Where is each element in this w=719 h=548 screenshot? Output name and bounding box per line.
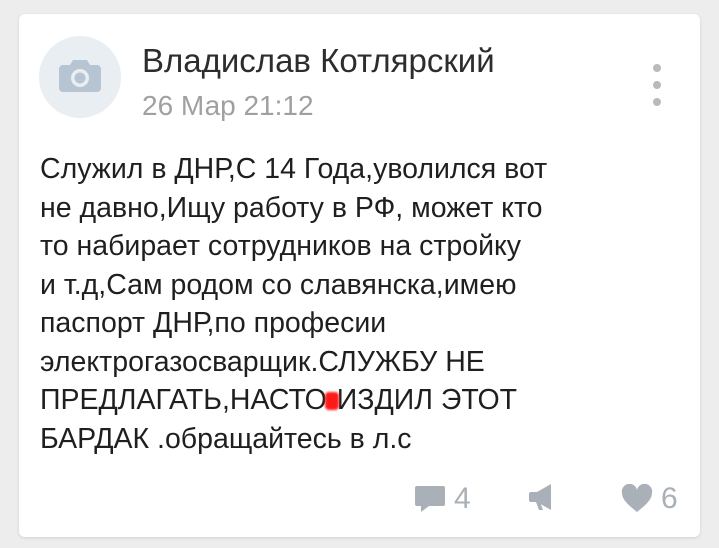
- comments-count: 4: [454, 482, 471, 515]
- menu-dot: [653, 98, 661, 106]
- avatar[interactable]: [39, 36, 121, 118]
- like-button[interactable]: 6: [621, 482, 678, 516]
- comment-icon: [414, 484, 446, 514]
- menu-dot: [653, 64, 661, 72]
- post-text-fragment: ПРЕДЛАГАТЬ,НАСТО: [40, 384, 327, 416]
- post-date[interactable]: 26 Мар 21:12: [142, 90, 314, 122]
- red-redaction-mark: [324, 392, 339, 411]
- post-text-line: не давно,Ищу работу в РФ, может кто: [40, 191, 543, 224]
- post-card: Владислав Котлярский 26 Мар 21:12 Служил…: [19, 14, 700, 537]
- post-text: Служил в ДНР,С 14 Года,уволился вот не д…: [40, 150, 690, 458]
- more-vertical-icon[interactable]: [645, 64, 669, 106]
- menu-dot: [653, 81, 661, 89]
- author-name[interactable]: Владислав Котлярский: [142, 42, 495, 80]
- post-text-line: БАРДАК .обращайтесь в л.с: [40, 422, 412, 455]
- heart-icon: [621, 484, 653, 514]
- post-text-line: Служил в ДНР,С 14 Года,уволился вот: [40, 153, 548, 185]
- share-button[interactable]: [527, 482, 559, 512]
- megaphone-icon: [527, 482, 559, 512]
- comments-button[interactable]: 4: [414, 482, 471, 516]
- post-actions: 4 6: [19, 482, 700, 516]
- post-text-line: электрогазосварщик.СЛУЖБУ НЕ: [40, 345, 485, 378]
- likes-count: 6: [661, 482, 678, 515]
- post-text-line: ПРЕДЛАГАТЬ,НАСТО ИЗДИЛ ЭТОТ: [40, 381, 690, 420]
- post-text-line: то набирает сотрудников на стройку: [40, 230, 522, 262]
- post-text-line: и т.д,Сам родом со славянска,имею: [40, 268, 517, 301]
- post-text-line: паспорт ДНР,по професии: [40, 307, 387, 339]
- camera-icon: [58, 57, 102, 98]
- post-text-fragment: ИЗДИЛ ЭТОТ: [336, 384, 518, 416]
